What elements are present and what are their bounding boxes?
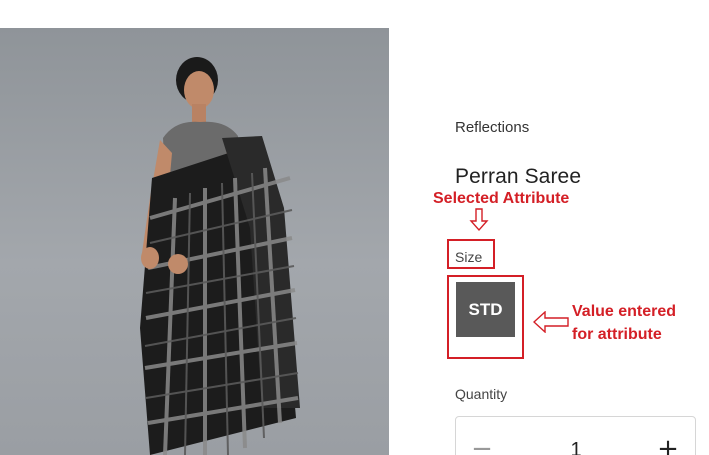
- quantity-label: Quantity: [455, 386, 508, 402]
- annotation-line-2: for attribute: [572, 326, 662, 343]
- attribute-label: Size: [455, 249, 483, 265]
- arrow-down-icon: [469, 208, 489, 232]
- arrow-left-icon: [533, 311, 569, 333]
- model-figure: [140, 57, 300, 455]
- quantity-input[interactable]: 1: [556, 439, 596, 455]
- product-title: Perran Saree: [455, 165, 582, 188]
- quantity-stepper: − 1 +: [455, 416, 696, 455]
- annotation-value-entered: Value entered for attribute: [572, 300, 702, 346]
- product-image[interactable]: [0, 28, 389, 455]
- annotation-selected-attribute: Selected Attribute: [433, 190, 570, 207]
- quantity-increase-button[interactable]: +: [654, 435, 682, 455]
- size-option-std[interactable]: STD: [456, 282, 515, 337]
- quantity-decrease-button[interactable]: −: [468, 435, 496, 455]
- brand-name[interactable]: Reflections: [455, 119, 529, 136]
- annotation-line-1: Value entered: [572, 303, 677, 320]
